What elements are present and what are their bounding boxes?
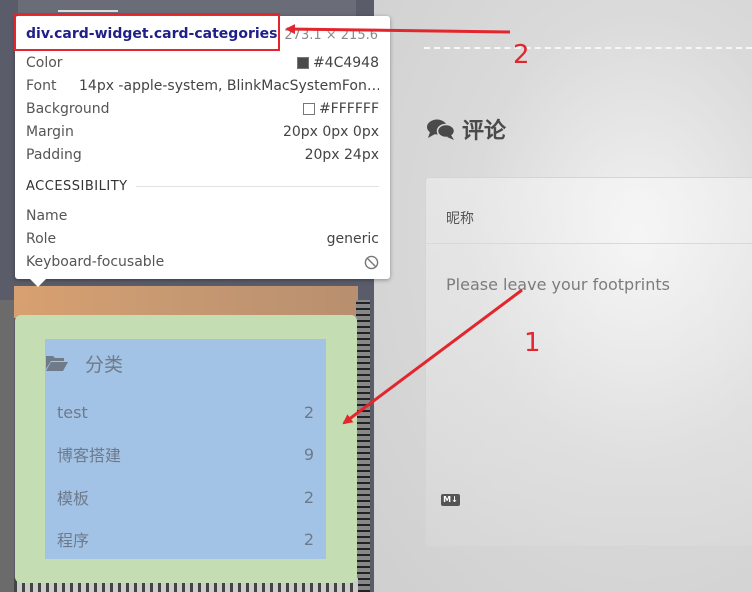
role-value: generic (326, 231, 379, 247)
margin-value: 20px 0px 0px (282, 124, 379, 140)
selector-highlight-box (14, 13, 280, 51)
categories-title: 分类 (85, 353, 124, 376)
comment-heading: 评论 (426, 114, 506, 144)
background-photo-band (14, 286, 358, 318)
accessibility-section-header: ACCESSIBILITY (26, 179, 379, 194)
font-label: Font (26, 78, 57, 94)
color-swatch (296, 57, 309, 69)
category-item[interactable]: 模板 2 (57, 485, 314, 509)
category-count: 2 (303, 402, 314, 422)
padding-value: 20px 24px (304, 147, 379, 163)
name-row: Name (26, 206, 379, 226)
role-label: Role (26, 231, 57, 247)
section-rule (135, 186, 379, 187)
font-value: 14px -apple-system, BlinkMacSystemFon… (79, 78, 379, 94)
categories-header: 分类 (45, 350, 123, 376)
category-item[interactable]: test 2 (57, 400, 314, 424)
comments-icon (427, 119, 456, 140)
background-value: #FFFFFF (318, 101, 379, 117)
section-divider (424, 47, 752, 49)
keyboard-focusable-label: Keyboard-focusable (26, 254, 165, 270)
annotation-label-2: 2 (513, 40, 530, 70)
name-label: Name (26, 208, 68, 224)
comment-textarea-placeholder[interactable]: Please leave your footprints (446, 275, 670, 294)
category-count: 2 (303, 529, 314, 549)
color-value: #4C4948 (312, 55, 379, 71)
background-row: Background #FFFFFF (26, 99, 379, 119)
category-name: 程序 (57, 531, 90, 550)
category-name: 模板 (57, 489, 90, 508)
not-allowed-icon (364, 255, 379, 269)
devtools-inspect-tooltip: div.card-widget.card-categories 273.1 × … (15, 16, 390, 279)
right-edge-background (356, 300, 370, 592)
category-item[interactable]: 博客搭建 9 (57, 442, 314, 466)
color-row: Color #4C4948 (26, 53, 379, 73)
padding-label: Padding (26, 147, 82, 163)
element-dimensions: 273.1 × 215.6 (284, 28, 378, 43)
category-count: 2 (303, 487, 314, 507)
category-item[interactable]: 程序 2 (57, 527, 314, 551)
annotation-label-1: 1 (524, 328, 541, 358)
category-name: test (57, 402, 88, 422)
comment-title: 评论 (462, 119, 507, 144)
margin-row: Margin 20px 0px 0px (26, 122, 379, 142)
nickname-label: 昵称 (446, 211, 474, 227)
category-name: 博客搭建 (57, 446, 122, 465)
left-edge-background (0, 300, 14, 592)
comment-form: 昵称 Please leave your footprints M↓ (425, 177, 752, 547)
background-swatch (302, 103, 315, 115)
padding-row: Padding 20px 24px (26, 145, 379, 165)
category-count: 9 (303, 444, 314, 464)
nickname-row[interactable]: 昵称 (426, 178, 752, 244)
color-label: Color (26, 55, 63, 71)
role-row: Role generic (26, 229, 379, 249)
markdown-icon[interactable]: M↓ (441, 494, 460, 506)
background-label: Background (26, 101, 110, 117)
accessibility-title: ACCESSIBILITY (26, 179, 128, 194)
folder-open-icon (46, 356, 68, 371)
tooltip-pointer (30, 279, 46, 287)
margin-label: Margin (26, 124, 74, 140)
font-row: Font 14px -apple-system, BlinkMacSystemF… (26, 76, 379, 96)
keyboard-focusable-row: Keyboard-focusable (26, 252, 379, 272)
